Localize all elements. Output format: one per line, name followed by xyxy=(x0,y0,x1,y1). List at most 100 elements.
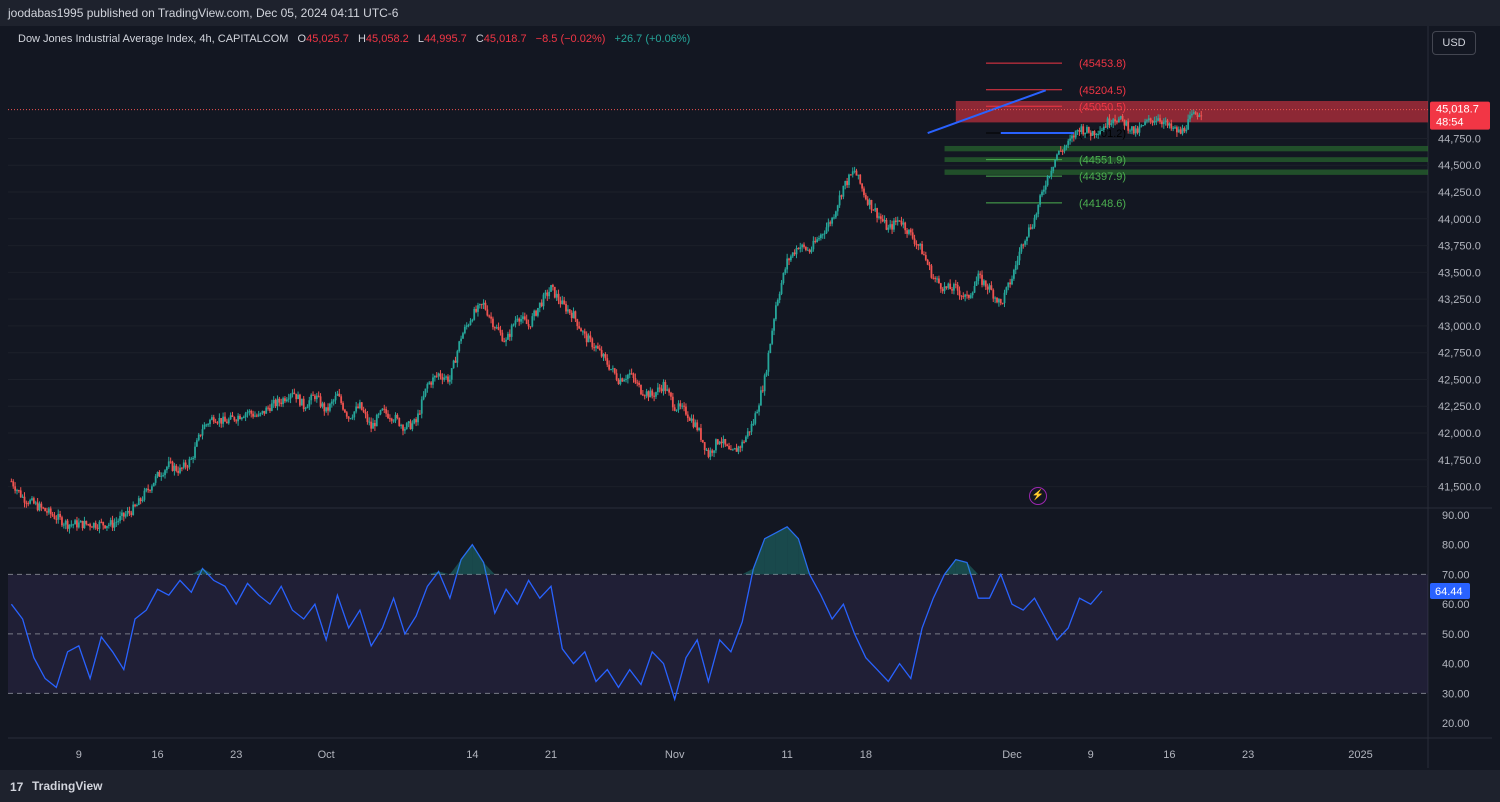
candle-body xyxy=(906,230,908,234)
candle-body xyxy=(866,199,869,205)
candle-body xyxy=(531,316,534,327)
chart-svg[interactable]: 41,500.0 41,750.0 42,000.0 42,250.0 42,500.0… xyxy=(8,26,1492,768)
candle-body xyxy=(576,319,579,327)
candle-body xyxy=(1082,126,1085,135)
candle-body xyxy=(1189,115,1191,120)
candle-body xyxy=(518,318,521,322)
candle-body xyxy=(1007,282,1010,288)
candle-body xyxy=(610,368,612,370)
candle-body xyxy=(979,273,982,275)
candle-body xyxy=(111,520,114,528)
candle-body xyxy=(1170,123,1173,129)
candle-body xyxy=(300,398,303,406)
time-tick-label: 9 xyxy=(76,749,82,761)
candle-body xyxy=(996,297,998,303)
candle-body xyxy=(743,441,745,443)
candle-body xyxy=(859,174,862,184)
candle-body xyxy=(572,311,575,319)
candle-body xyxy=(731,449,734,451)
candle-body xyxy=(990,285,993,290)
candle-body xyxy=(285,399,288,402)
candle-body xyxy=(969,295,972,298)
candle-body xyxy=(100,521,103,523)
candle-body xyxy=(810,249,813,253)
candle-body xyxy=(647,391,650,398)
candle-body xyxy=(1012,269,1015,279)
candle-body xyxy=(413,419,416,424)
candle-body xyxy=(887,227,890,230)
candle-body xyxy=(673,407,676,411)
candle-body xyxy=(29,500,32,504)
candle-body xyxy=(293,392,296,394)
candle-body xyxy=(267,407,269,409)
rsi-overbought-fill xyxy=(775,526,788,575)
currency-button[interactable]: USD xyxy=(1432,31,1476,55)
candle-body xyxy=(495,327,498,329)
candle-body xyxy=(641,394,644,396)
candle-body xyxy=(197,434,200,441)
candle-body xyxy=(848,174,850,185)
candle-body xyxy=(1174,127,1176,129)
candle-body xyxy=(565,303,567,312)
tradingview-logo-icon: 17 xyxy=(10,780,24,794)
candle-body xyxy=(1162,121,1165,125)
candle-body xyxy=(499,329,502,333)
candle-body xyxy=(469,321,472,325)
price-tick-label: 44,500.0 xyxy=(1438,160,1481,172)
candle-body xyxy=(947,283,950,288)
candle-body xyxy=(1144,121,1146,126)
candle-body xyxy=(630,373,633,375)
candle-body xyxy=(113,522,116,528)
lightning-icon[interactable]: ⚡ xyxy=(1029,487,1047,505)
candle-body xyxy=(1024,241,1027,245)
chart-area[interactable]: 41,500.0 41,750.0 42,000.0 42,250.0 42,500.0… xyxy=(8,26,1492,768)
time-tick-label: 16 xyxy=(1163,749,1175,761)
candle-body xyxy=(533,310,536,317)
candle-body xyxy=(89,524,91,527)
candle-body xyxy=(1142,125,1145,127)
candle-body xyxy=(994,297,997,299)
candle-body xyxy=(1005,287,1008,293)
candle-body xyxy=(715,439,717,451)
candle-body xyxy=(428,382,431,385)
candle-body xyxy=(997,299,1000,303)
candle-body xyxy=(254,415,256,417)
candle-body xyxy=(512,324,515,326)
candle-body xyxy=(325,407,328,412)
candle-body xyxy=(439,373,442,378)
candle-body xyxy=(411,423,414,430)
candle-body xyxy=(1093,130,1096,135)
candle-body xyxy=(377,414,380,416)
candle-body xyxy=(299,394,301,406)
candle-body xyxy=(81,520,84,529)
candle-body xyxy=(205,424,208,426)
candle-body xyxy=(915,243,918,245)
candle-body xyxy=(214,421,217,423)
candle-body xyxy=(1072,135,1075,138)
candle-body xyxy=(1200,115,1203,117)
candle-body xyxy=(1164,120,1167,122)
candle-body xyxy=(954,284,957,286)
candle-body xyxy=(244,413,247,418)
candle-body xyxy=(1097,133,1100,135)
candle-body xyxy=(77,522,80,528)
candle-body xyxy=(385,409,388,414)
candle-body xyxy=(1065,145,1068,148)
candle-body xyxy=(173,465,176,471)
candle-body xyxy=(752,423,755,425)
candle-body xyxy=(201,429,204,436)
candle-body xyxy=(741,441,744,448)
candle-body xyxy=(593,347,596,349)
candle-body xyxy=(568,309,571,313)
candle-body xyxy=(154,476,157,483)
candle-body xyxy=(364,412,367,415)
candle-body xyxy=(831,217,834,224)
candle-body xyxy=(953,284,955,291)
candle-body xyxy=(851,171,854,175)
candle-body xyxy=(821,234,824,236)
candle-body xyxy=(17,490,20,492)
candle-body xyxy=(137,498,140,506)
candle-body xyxy=(492,318,494,328)
candle-body xyxy=(394,414,397,421)
candle-body xyxy=(134,504,136,507)
